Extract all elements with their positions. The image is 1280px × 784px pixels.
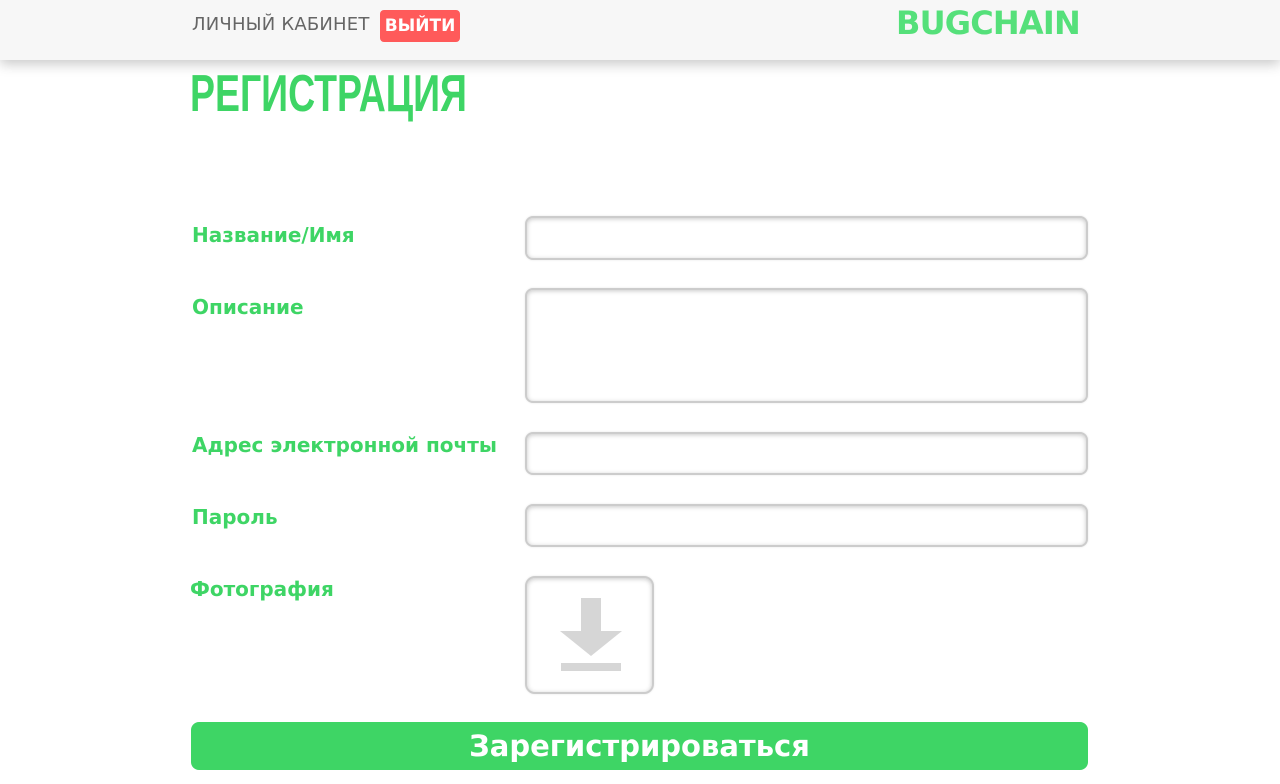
personal-cabinet-link[interactable]: ЛИЧНЫЙ КАБИНЕТ: [192, 14, 370, 36]
bugchain-logo[interactable]: BUGCHAIN: [896, 5, 1086, 41]
register-submit-button[interactable]: Зарегистрироваться: [191, 722, 1088, 770]
logout-button[interactable]: ВЫЙТИ: [380, 10, 460, 42]
photo-label: Фотография: [190, 577, 334, 601]
page-title: РЕГИСТРАЦИЯ: [190, 65, 467, 123]
download-icon: [560, 598, 622, 671]
password-input[interactable]: [525, 504, 1088, 547]
email-label: Адрес электронной почты: [192, 433, 497, 457]
name-input[interactable]: [525, 216, 1088, 260]
description-label: Описание: [192, 295, 304, 319]
name-label: Название/Имя: [192, 223, 355, 247]
description-textarea[interactable]: [525, 288, 1088, 403]
top-navbar: ЛИЧНЫЙ КАБИНЕТ ВЫЙТИ BUGCHAIN: [0, 0, 1280, 60]
photo-upload-button[interactable]: [525, 576, 654, 694]
email-input[interactable]: [525, 432, 1088, 475]
password-label: Пароль: [192, 505, 278, 529]
